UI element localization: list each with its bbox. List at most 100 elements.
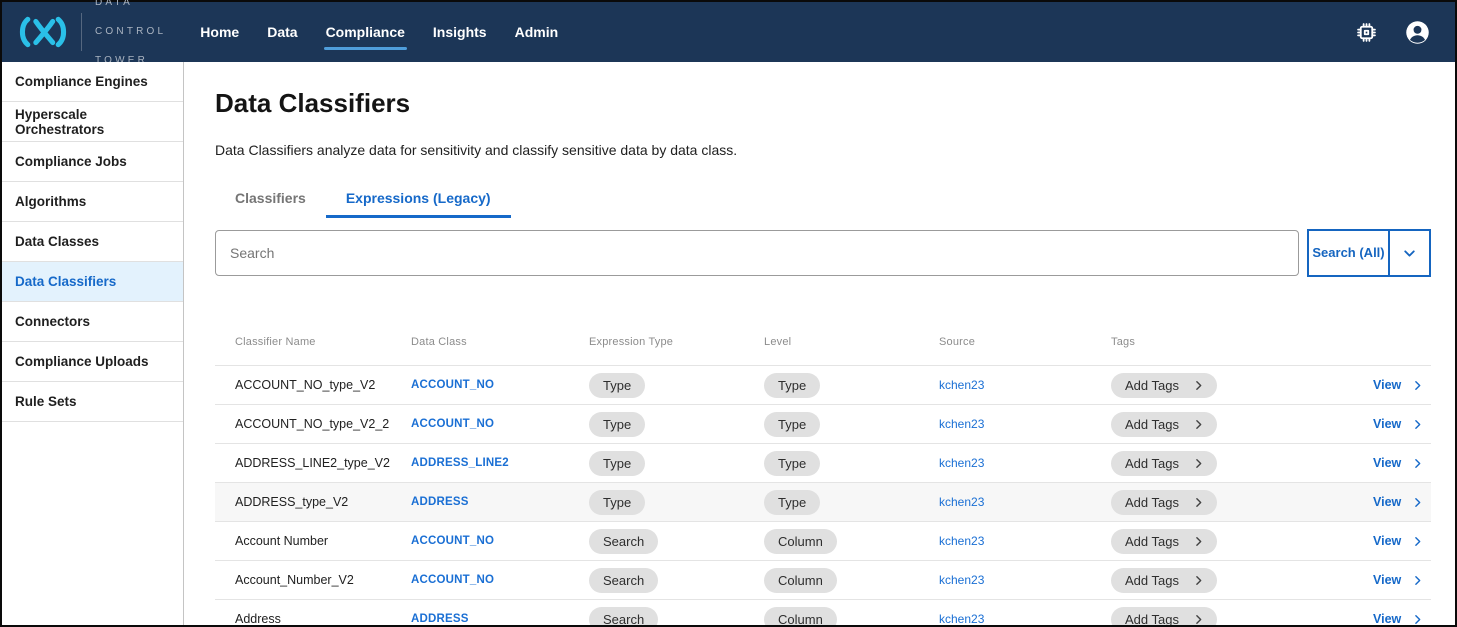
expression-type-badge: Search — [589, 529, 658, 554]
table-header-row: Classifier NameData ClassExpression Type… — [215, 319, 1431, 365]
source-link[interactable]: kchen23 — [939, 534, 984, 548]
sidebar-item-data-classes[interactable]: Data Classes — [2, 222, 183, 262]
data-class-link[interactable]: ACCOUNT_NO — [411, 418, 494, 430]
main-nav: Home Data Compliance Insights Admin — [186, 2, 572, 62]
level-badge: Column — [764, 529, 837, 554]
source-link[interactable]: kchen23 — [939, 573, 984, 587]
tab-classifiers[interactable]: Classifiers — [215, 180, 326, 218]
add-tags-button[interactable]: Add Tags — [1111, 373, 1217, 398]
data-class-link[interactable]: ACCOUNT_NO — [411, 535, 494, 547]
classifier-name: Account_Number_V2 — [235, 573, 411, 587]
source-link[interactable]: kchen23 — [939, 417, 984, 431]
data-class-link[interactable]: ADDRESS — [411, 496, 469, 508]
add-tags-button[interactable]: Add Tags — [1111, 412, 1217, 437]
sidebar-item-compliance-jobs[interactable]: Compliance Jobs — [2, 142, 183, 182]
nav-item-admin[interactable]: Admin — [515, 2, 559, 62]
add-tags-button[interactable]: Add Tags — [1111, 529, 1217, 554]
search-all-button[interactable]: Search (All) — [1307, 229, 1389, 277]
add-tags-label: Add Tags — [1125, 495, 1179, 510]
source-link[interactable]: kchen23 — [939, 495, 984, 509]
add-tags-label: Add Tags — [1125, 456, 1179, 471]
sidebar: Compliance EnginesHyperscale Orchestrato… — [2, 62, 184, 625]
expression-type-badge: Type — [589, 451, 645, 476]
sidebar-item-rule-sets[interactable]: Rule Sets — [2, 382, 183, 422]
sidebar-item-connectors[interactable]: Connectors — [2, 302, 183, 342]
table-row: AddressADDRESSSearchColumnkchen23Add Tag… — [215, 599, 1431, 625]
nav-item-home[interactable]: Home — [200, 2, 239, 62]
chevron-right-icon — [1192, 418, 1205, 431]
add-tags-label: Add Tags — [1125, 534, 1179, 549]
column-header-level: Level — [764, 336, 939, 348]
sidebar-item-algorithms[interactable]: Algorithms — [2, 182, 183, 222]
column-header-source: Source — [939, 336, 1111, 348]
add-tags-button[interactable]: Add Tags — [1111, 568, 1217, 593]
data-class-link[interactable]: ACCOUNT_NO — [411, 379, 494, 391]
classifier-name: ACCOUNT_NO_type_V2 — [235, 378, 411, 392]
tab-expressions-legacy[interactable]: Expressions (Legacy) — [326, 180, 511, 218]
api-chip-button[interactable] — [1355, 21, 1378, 44]
chip-icon — [1355, 21, 1378, 44]
view-link[interactable]: View — [1373, 495, 1424, 509]
column-header-classifier-name: Classifier Name — [235, 336, 411, 348]
source-link[interactable]: kchen23 — [939, 456, 984, 470]
search-button-group: Search (All) — [1307, 229, 1431, 277]
chevron-right-icon — [1192, 496, 1205, 509]
level-badge: Column — [764, 607, 837, 626]
account-button[interactable] — [1404, 19, 1431, 46]
search-scope-dropdown-button[interactable] — [1389, 229, 1431, 277]
column-header-data-class: Data Class — [411, 336, 589, 348]
view-cell: View — [1373, 532, 1446, 550]
data-class-link[interactable]: ADDRESS_LINE2 — [411, 457, 509, 469]
navbar-actions — [1355, 19, 1435, 46]
nav-item-data[interactable]: Data — [267, 2, 297, 62]
view-cell: View — [1373, 493, 1446, 511]
table-row: ADDRESS_type_V2ADDRESSTypeTypekchen23Add… — [215, 482, 1431, 521]
page-layout: Compliance EnginesHyperscale Orchestrato… — [2, 62, 1455, 625]
view-link[interactable]: View — [1373, 417, 1424, 431]
account-icon — [1404, 19, 1431, 46]
classifier-name: ADDRESS_LINE2_type_V2 — [235, 456, 411, 470]
expression-type-badge: Search — [589, 568, 658, 593]
nav-item-compliance[interactable]: Compliance — [326, 2, 405, 62]
add-tags-button[interactable]: Add Tags — [1111, 607, 1217, 626]
sidebar-item-compliance-uploads[interactable]: Compliance Uploads — [2, 342, 183, 382]
chevron-right-icon — [1192, 574, 1205, 587]
add-tags-label: Add Tags — [1125, 417, 1179, 432]
brand-line-1: DATA — [95, 0, 166, 10]
table-body: ACCOUNT_NO_type_V2ACCOUNT_NOTypeTypekche… — [215, 365, 1431, 625]
view-label: View — [1373, 534, 1401, 548]
page-title: Data Classifiers — [215, 88, 1431, 119]
table-row: ACCOUNT_NO_type_V2_2ACCOUNT_NOTypeTypekc… — [215, 404, 1431, 443]
view-link[interactable]: View — [1373, 612, 1424, 625]
sidebar-item-hyperscale-orchestrators[interactable]: Hyperscale Orchestrators — [2, 102, 183, 142]
view-link[interactable]: View — [1373, 378, 1424, 392]
data-class-link[interactable]: ACCOUNT_NO — [411, 574, 494, 586]
source-link[interactable]: kchen23 — [939, 378, 984, 392]
chevron-right-icon — [1411, 535, 1424, 548]
chevron-right-icon — [1192, 535, 1205, 548]
table-row: Account NumberACCOUNT_NOSearchColumnkche… — [215, 521, 1431, 560]
chevron-right-icon — [1192, 457, 1205, 470]
top-navbar: DATA CONTROL TOWER HomeDataComplianceIns… — [2, 2, 1455, 62]
source-link[interactable]: kchen23 — [939, 612, 984, 625]
view-link[interactable]: View — [1373, 534, 1424, 548]
chevron-right-icon — [1192, 613, 1205, 626]
sidebar-item-compliance-engines[interactable]: Compliance Engines — [2, 62, 183, 102]
data-class-link[interactable]: ADDRESS — [411, 613, 469, 625]
view-link[interactable]: View — [1373, 456, 1424, 470]
nav-item-insights[interactable]: Insights — [433, 2, 487, 62]
chevron-right-icon — [1411, 457, 1424, 470]
search-input[interactable] — [215, 230, 1299, 276]
add-tags-button[interactable]: Add Tags — [1111, 490, 1217, 515]
view-label: View — [1373, 417, 1401, 431]
chevron-right-icon — [1411, 613, 1424, 626]
chevron-down-icon — [1401, 245, 1418, 262]
add-tags-button[interactable]: Add Tags — [1111, 451, 1217, 476]
view-link[interactable]: View — [1373, 573, 1424, 587]
view-label: View — [1373, 573, 1401, 587]
chevron-right-icon — [1411, 379, 1424, 392]
add-tags-label: Add Tags — [1125, 573, 1179, 588]
view-label: View — [1373, 378, 1401, 392]
sidebar-item-data-classifiers[interactable]: Data Classifiers — [2, 262, 183, 302]
search-bar: Search (All) — [215, 229, 1431, 277]
